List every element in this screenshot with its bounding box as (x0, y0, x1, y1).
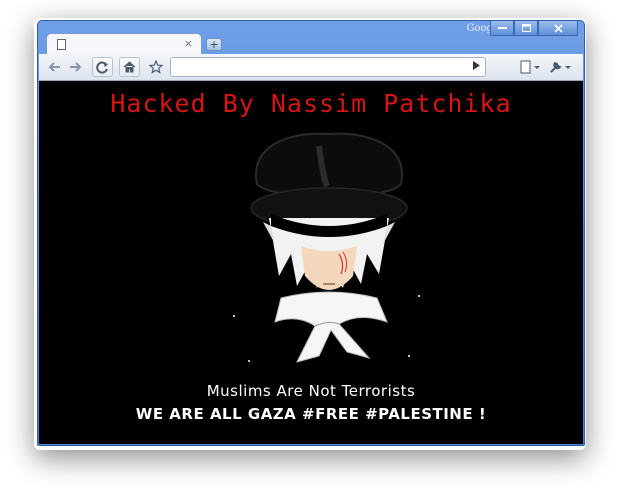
slogan-line-2: WE ARE ALL GAZA #FREE #PALESTINE ! (135, 405, 487, 423)
toolbar (39, 54, 583, 81)
address-bar[interactable] (170, 57, 486, 77)
maximize-icon[interactable] (514, 21, 538, 36)
close-icon[interactable] (538, 21, 578, 36)
reload-icon[interactable] (92, 57, 113, 77)
browser-tab[interactable]: × (46, 33, 202, 55)
home-icon[interactable] (119, 57, 140, 77)
play-icon[interactable] (472, 60, 481, 74)
page-content: Hacked By Nassim Patchika Muslims Are No… (39, 81, 583, 444)
forward-arrow-icon[interactable] (67, 57, 85, 77)
new-tab-button[interactable]: + (206, 38, 222, 51)
hacked-title: Hacked By Nassim Patchika (110, 89, 512, 118)
browser-window: Google × + Hacked By Nassim Patchika Mus… (37, 20, 585, 446)
tab-close-button[interactable]: × (184, 37, 193, 50)
hatted-figure-illustration (233, 132, 420, 363)
window-controls (490, 21, 578, 36)
page-icon (57, 39, 66, 50)
wrench-icon[interactable] (547, 57, 575, 77)
back-arrow-icon[interactable] (45, 57, 63, 77)
page-menu-icon[interactable] (518, 57, 544, 77)
slogan-line-1: Muslims Are Not Terrorists (206, 382, 416, 400)
star-icon[interactable] (147, 57, 165, 77)
minimize-icon[interactable] (490, 21, 514, 36)
